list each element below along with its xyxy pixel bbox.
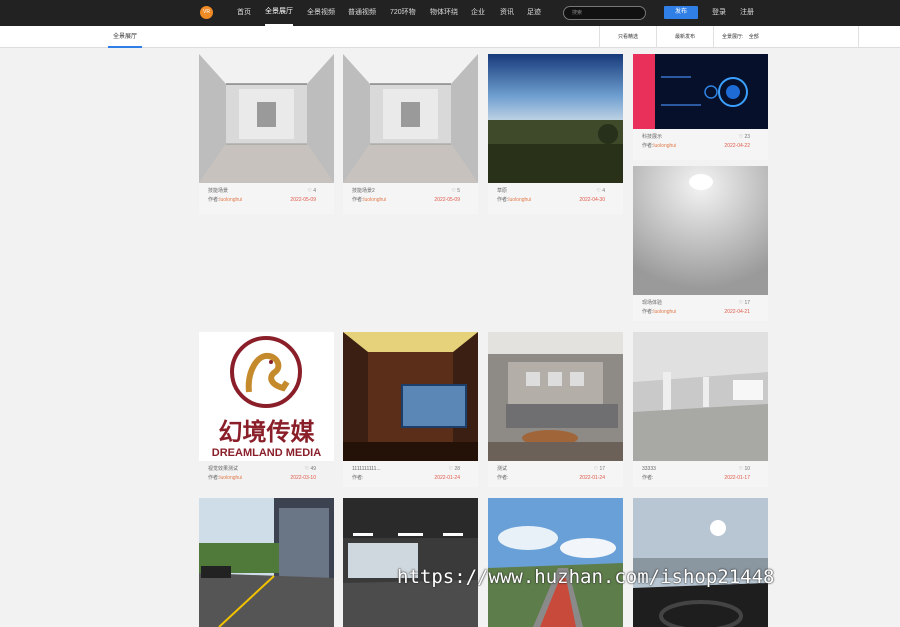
scene-title: 草原	[497, 188, 508, 194]
scene-card[interactable]: 测试 ♡ 17 作者: 2022-01-24	[488, 332, 623, 487]
author-label: 作者:	[642, 475, 654, 481]
author-label: 作者:	[497, 475, 509, 481]
scene-card[interactable]: 1111111111... ♡ 28 作者: 2022-01-24	[343, 332, 478, 487]
author-name[interactable]: luolonghui	[653, 309, 676, 315]
nav-home[interactable]: 首页	[237, 0, 251, 26]
login-link[interactable]: 登录	[712, 0, 726, 26]
author-name[interactable]: luolonghui	[508, 197, 531, 203]
author-name[interactable]: luolonghui	[219, 197, 242, 203]
scene-card[interactable]	[633, 498, 768, 627]
scene-card[interactable]	[488, 498, 623, 627]
scene-card[interactable]: 技能场景2 ♡ 5 作者:luolonghui 2022-05-09	[343, 54, 478, 214]
nav-news[interactable]: 资讯	[500, 0, 514, 26]
author-name[interactable]: luolonghui	[219, 475, 242, 481]
scene-thumbnail[interactable]	[343, 498, 478, 627]
like-count[interactable]: ♡ 17	[594, 465, 605, 474]
scene-thumbnail[interactable]	[488, 332, 623, 461]
author-label: 作者:	[208, 197, 220, 203]
author-label: 作者:	[352, 197, 364, 203]
author-label: 作者:	[642, 143, 654, 149]
author-label: 作者:	[497, 197, 509, 203]
scene-title: 1111111111...	[352, 466, 381, 472]
nav-footprint[interactable]: 足迹	[527, 0, 541, 26]
scene-date: 2022-05-09	[434, 197, 460, 203]
scene-date: 2022-01-24	[579, 475, 605, 481]
scene-thumbnail[interactable]	[488, 498, 623, 627]
scene-date: 2022-01-17	[724, 475, 750, 481]
tab-panorama-hall[interactable]: 全景展厅	[108, 26, 142, 48]
scene-date: 2022-04-21	[724, 309, 750, 315]
scene-date: 2022-05-09	[290, 197, 316, 203]
scene-card[interactable]: 科技展示 ♡ 23 作者:luolonghui 2022-04-22	[633, 54, 768, 160]
site-logo[interactable]: VR	[200, 6, 213, 19]
scene-title: 测试	[497, 466, 508, 472]
scene-thumbnail[interactable]	[633, 498, 768, 627]
like-count[interactable]: ♡ 49	[305, 465, 316, 474]
scene-date: 2022-03-10	[290, 475, 316, 481]
nav-enterprise[interactable]: 企业	[471, 0, 485, 26]
scene-thumbnail[interactable]	[199, 54, 334, 183]
logo-en-text: DREAMLAND MEDIA	[211, 447, 322, 459]
scene-title: 33333	[642, 466, 656, 472]
like-count[interactable]: ♡ 17	[739, 299, 750, 308]
dreamland-logo	[230, 336, 302, 408]
nav-panorama-hall[interactable]: 全景展厅	[265, 0, 293, 26]
filter-featured-only[interactable]: 只看精选	[599, 26, 656, 48]
scene-thumbnail[interactable]: 幻境传媒 DREAMLAND MEDIA	[199, 332, 334, 461]
scene-title: 技能场景	[208, 188, 229, 194]
category-value: 全部	[748, 34, 759, 40]
filter-latest[interactable]: 最新发布	[656, 26, 713, 48]
scene-thumbnail[interactable]	[488, 54, 623, 183]
scene-date: 2022-01-24	[434, 475, 460, 481]
category-label: 全景展厅:	[722, 34, 744, 40]
author-label: 作者:	[208, 475, 220, 481]
scene-title: 技能场景2	[352, 188, 375, 194]
nav-normal-video[interactable]: 普通视频	[348, 0, 376, 26]
like-count[interactable]: ♡ 23	[739, 133, 750, 142]
scene-title: 科技展示	[642, 134, 663, 140]
scene-card[interactable]	[199, 498, 334, 627]
nav-object-orbit[interactable]: 物体环绕	[430, 0, 458, 26]
scene-card[interactable]: 现场体验 ♡ 17 作者:luolonghui 2022-04-21	[633, 166, 768, 321]
watermark-text: https://www.huzhan.com/ishop21448	[397, 566, 775, 588]
logo-cn-text: 幻境传媒	[218, 419, 315, 446]
like-count[interactable]: ♡ 10	[739, 465, 750, 474]
scene-title: 现场体验	[642, 300, 663, 306]
scene-thumbnail[interactable]	[633, 332, 768, 461]
scene-card[interactable]: 33333 ♡ 10 作者: 2022-01-17	[633, 332, 768, 487]
scene-title: 视觉效果测试	[208, 466, 239, 472]
publish-button[interactable]: 发布	[664, 6, 698, 19]
scene-thumbnail[interactable]	[343, 332, 478, 461]
like-count[interactable]: ♡ 5	[451, 187, 460, 196]
scene-date: 2022-04-22	[724, 143, 750, 149]
scene-thumbnail[interactable]	[199, 498, 334, 627]
scene-thumbnail[interactable]	[633, 166, 768, 295]
search-input[interactable]: 搜索	[563, 6, 646, 20]
register-link[interactable]: 注册	[740, 0, 754, 26]
nav-720-object[interactable]: 720环物	[390, 0, 416, 26]
author-label: 作者:	[352, 475, 364, 481]
like-count[interactable]: ♡ 28	[449, 465, 460, 474]
scene-thumbnail[interactable]	[343, 54, 478, 183]
scene-thumbnail[interactable]	[633, 54, 768, 129]
scene-date: 2022-04-30	[579, 197, 605, 203]
author-name[interactable]: luolonghui	[363, 197, 386, 203]
scene-card[interactable]: 技能场景 ♡ 4 作者:luolonghui 2022-05-09	[199, 54, 334, 214]
scene-card[interactable]: 幻境传媒 DREAMLAND MEDIA 视觉效果测试 ♡ 49 作者:luolo…	[199, 332, 334, 487]
category-select[interactable]: 全景展厅: 全部	[713, 26, 859, 48]
nav-panorama-video[interactable]: 全景视频	[307, 0, 335, 26]
like-count[interactable]: ♡ 4	[307, 187, 316, 196]
scene-card[interactable]	[343, 498, 478, 627]
author-name[interactable]: luolonghui	[653, 143, 676, 149]
scene-card[interactable]: 草原 ♡ 4 作者:luolonghui 2022-04-30	[488, 54, 623, 214]
like-count[interactable]: ♡ 4	[596, 187, 605, 196]
author-label: 作者:	[642, 309, 654, 315]
